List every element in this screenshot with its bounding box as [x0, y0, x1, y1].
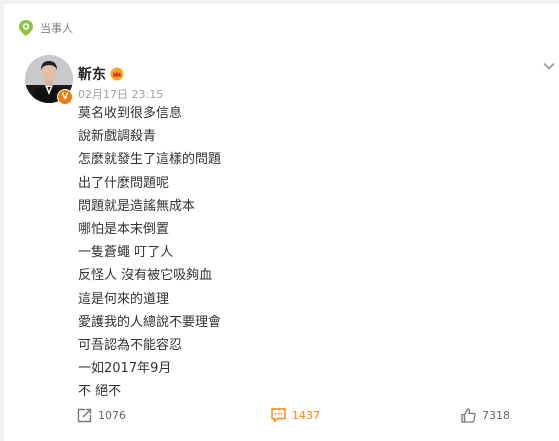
username[interactable]: 靳东	[78, 64, 106, 84]
post-text-line: 不 絕不	[78, 384, 122, 400]
post-text-line: 反怪人 沒有被它吸夠血	[78, 268, 213, 284]
post-text: 莫名收到很多信息 說新戲調殺青 怎麼就發生了這樣的問題 出了什麼問題呢 問題就是…	[78, 102, 221, 404]
comment-icon	[271, 408, 286, 423]
post-timestamp[interactable]: 02月17日 23:15	[78, 86, 163, 102]
topic-badge-icon	[19, 20, 33, 36]
comment-count: 1437	[292, 408, 320, 422]
chevron-down-icon[interactable]	[542, 61, 556, 71]
vip-crown-icon	[110, 67, 124, 81]
post-text-line: 哪怕是本末倒置	[78, 222, 170, 238]
post-text-line: 一隻蒼蠅 叮了人	[78, 245, 174, 261]
topic-tag[interactable]: 当事人	[18, 18, 73, 38]
post-text-line: 怎麼就發生了這樣的問題	[78, 152, 222, 168]
post-text-line: 莫名收到很多信息	[78, 106, 183, 121]
weibo-post-card: 当事人 V 靳东 02月17日 23:15 莫名收到很多信息 說新戲調殺青 怎麼…	[4, 4, 559, 441]
post-text-line: 出了什麼問題呢	[78, 175, 170, 191]
topic-label: 当事人	[40, 22, 73, 35]
verified-v-icon: V	[57, 89, 73, 105]
like-count: 7318	[482, 409, 510, 422]
username-row: 靳东	[78, 64, 124, 84]
post-text-line: 說新戲調殺青	[78, 129, 157, 145]
post-text-line: 愛護我的人總說不要理會	[78, 314, 222, 330]
action-bar: 1076 1437 7318	[4, 407, 559, 429]
like-button[interactable]: 7318	[460, 407, 510, 424]
post-text-line: 這是何來的道理	[78, 291, 170, 307]
post-text-line: 一如2017年9月	[78, 361, 172, 377]
post-text-line: 可吾認為不能容忍	[78, 338, 183, 354]
comment-button[interactable]: 1437	[270, 407, 320, 423]
repost-count: 1076	[98, 409, 126, 422]
repost-icon	[77, 408, 92, 423]
thumbs-up-icon	[461, 408, 476, 423]
repost-button[interactable]: 1076	[76, 407, 126, 424]
post-text-line: 問題就是造謠無成本	[78, 198, 196, 214]
